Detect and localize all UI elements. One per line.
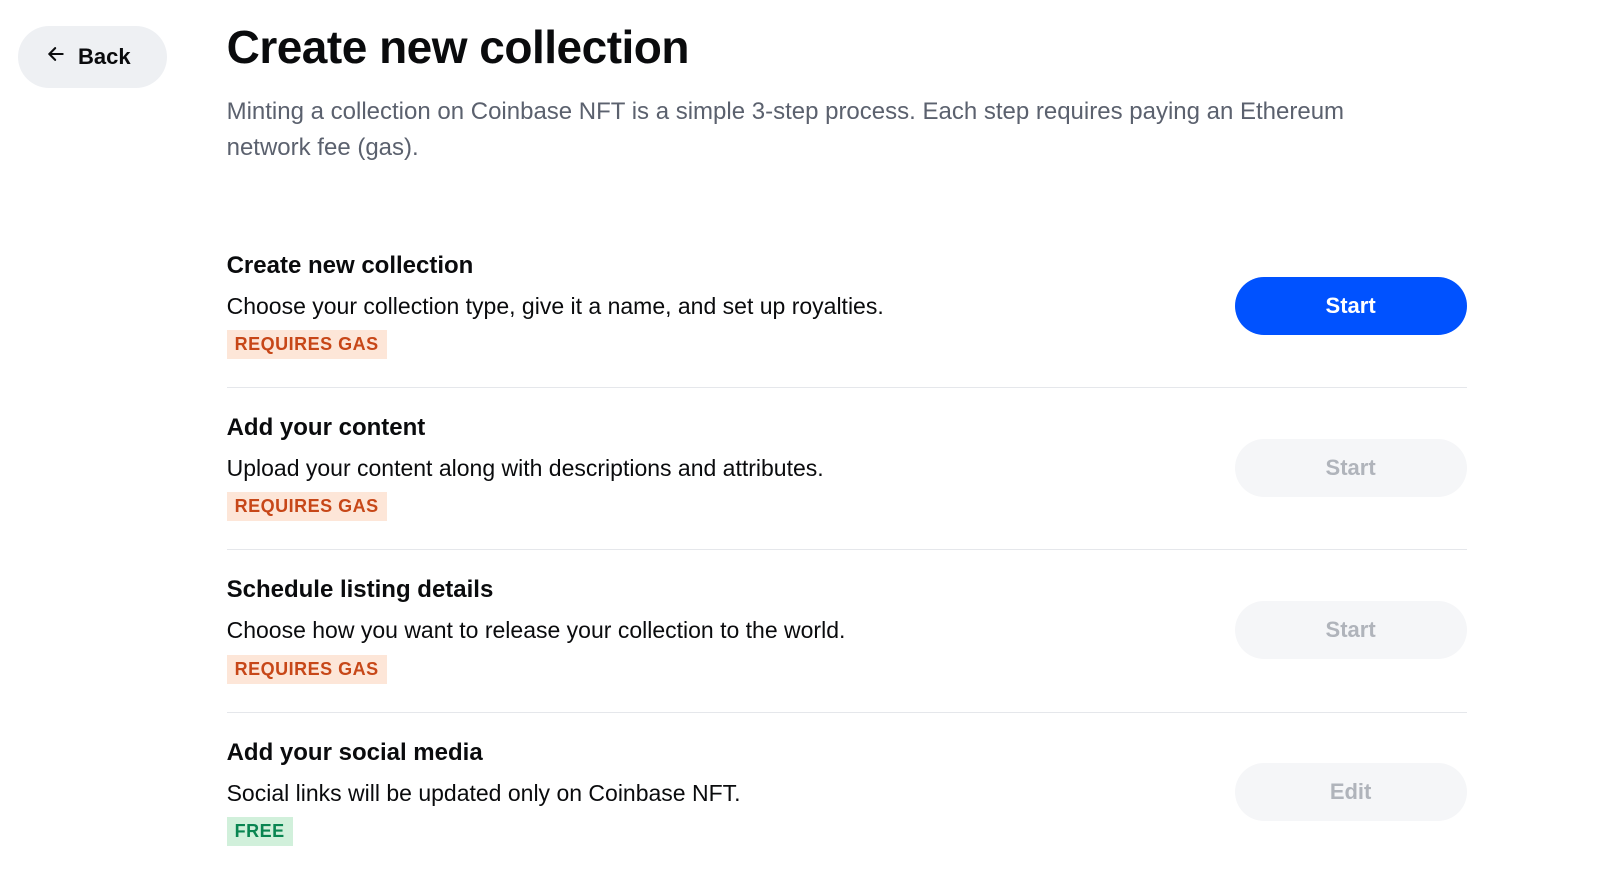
start-button: Start	[1235, 439, 1467, 497]
step-schedule-listing: Schedule listing details Choose how you …	[227, 550, 1467, 712]
back-label: Back	[78, 44, 131, 70]
step-social-media: Add your social media Social links will …	[227, 713, 1467, 874]
step-info: Add your social media Social links will …	[227, 739, 1235, 846]
step-add-content: Add your content Upload your content alo…	[227, 388, 1467, 550]
main-content: Create new collection Minting a collecti…	[227, 20, 1527, 874]
step-create-collection: Create new collection Choose your collec…	[227, 226, 1467, 388]
start-button: Start	[1235, 601, 1467, 659]
step-desc: Social links will be updated only on Coi…	[227, 777, 1235, 809]
step-info: Add your content Upload your content alo…	[227, 414, 1235, 521]
step-desc: Choose your collection type, give it a n…	[227, 290, 1235, 322]
step-info: Schedule listing details Choose how you …	[227, 576, 1235, 683]
step-desc: Choose how you want to release your coll…	[227, 614, 1235, 646]
edit-button: Edit	[1235, 763, 1467, 821]
step-title: Add your content	[227, 414, 1235, 442]
page-title: Create new collection	[227, 20, 1467, 74]
step-title: Schedule listing details	[227, 576, 1235, 604]
gas-badge: REQUIRES GAS	[227, 655, 387, 684]
step-desc: Upload your content along with descripti…	[227, 452, 1235, 484]
gas-badge: REQUIRES GAS	[227, 330, 387, 359]
gas-badge: REQUIRES GAS	[227, 492, 387, 521]
free-badge: FREE	[227, 817, 293, 846]
start-button[interactable]: Start	[1235, 277, 1467, 335]
steps-list: Create new collection Choose your collec…	[227, 226, 1467, 874]
step-info: Create new collection Choose your collec…	[227, 252, 1235, 359]
arrow-left-icon	[46, 44, 66, 70]
step-title: Create new collection	[227, 252, 1235, 280]
step-title: Add your social media	[227, 739, 1235, 767]
back-button[interactable]: Back	[18, 26, 167, 88]
page-subtitle: Minting a collection on Coinbase NFT is …	[227, 94, 1407, 166]
